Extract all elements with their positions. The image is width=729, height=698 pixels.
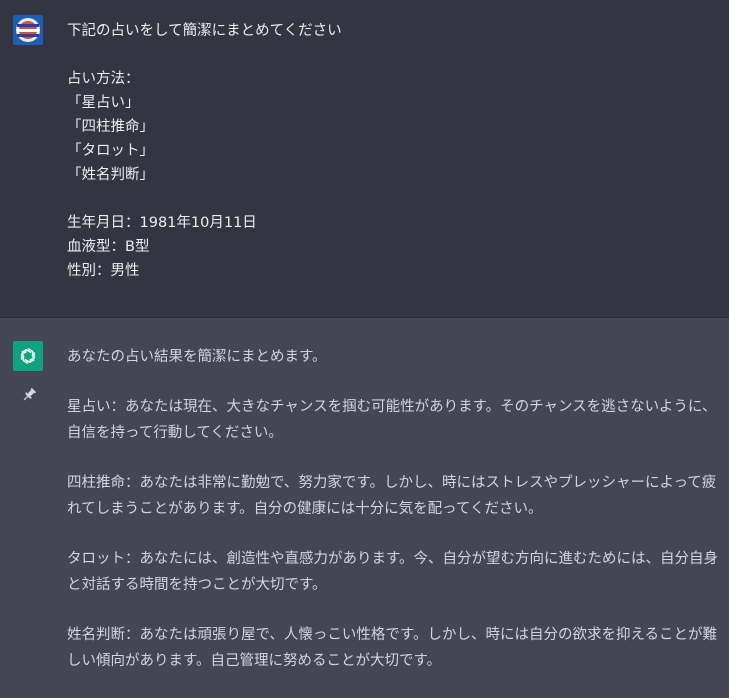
user-line: 下記の占いをして簡潔にまとめてください <box>67 23 342 39</box>
assistant-message-text: あなたの占い結果を簡潔にまとめます。 星占い：あなたは現在、大きなチャンスを掴む… <box>67 344 719 698</box>
user-message-text: 下記の占いをして簡潔にまとめてください 占い方法： 「星占い」 「四柱推命」 「… <box>67 19 707 283</box>
assistant-paragraph: 四柱推命：あなたは非常に勤勉で、努力家です。しかし、時にはストレスやプレッシャー… <box>67 475 717 517</box>
user-line: 占い方法： <box>67 71 140 87</box>
assistant-paragraph: 姓名判断：あなたは頑張り屋で、人懐っこい性格です。しかし、時には自分の欲求を抑え… <box>67 627 718 669</box>
user-line <box>67 43 707 67</box>
user-line: 生年月日：1981年10月11日 <box>67 215 257 231</box>
pin-icon[interactable] <box>20 386 38 404</box>
openai-logo-icon <box>13 341 43 371</box>
user-line: 「四柱推命」 <box>67 119 154 135</box>
assistant-paragraph: タロット：あなたには、創造性や直感力があります。今、自分が望む方向に進むためには… <box>67 551 719 593</box>
user-line: 「タロット」 <box>67 143 154 159</box>
user-avatar-icon <box>13 15 43 45</box>
assistant-paragraph: 星占い：あなたは現在、大きなチャンスを掴む可能性があります。そのチャンスを逃さな… <box>67 399 717 441</box>
user-line: 「姓名判断」 <box>67 167 154 183</box>
user-line: 血液型：B型 <box>67 239 150 255</box>
assistant-paragraph: あなたの占い結果を簡潔にまとめます。 <box>67 349 327 365</box>
user-line: 性別：男性 <box>67 263 140 279</box>
user-message: 下記の占いをして簡潔にまとめてください 占い方法： 「星占い」 「四柱推命」 「… <box>0 0 729 318</box>
user-line <box>67 187 707 211</box>
user-line: 「星占い」 <box>67 95 140 111</box>
